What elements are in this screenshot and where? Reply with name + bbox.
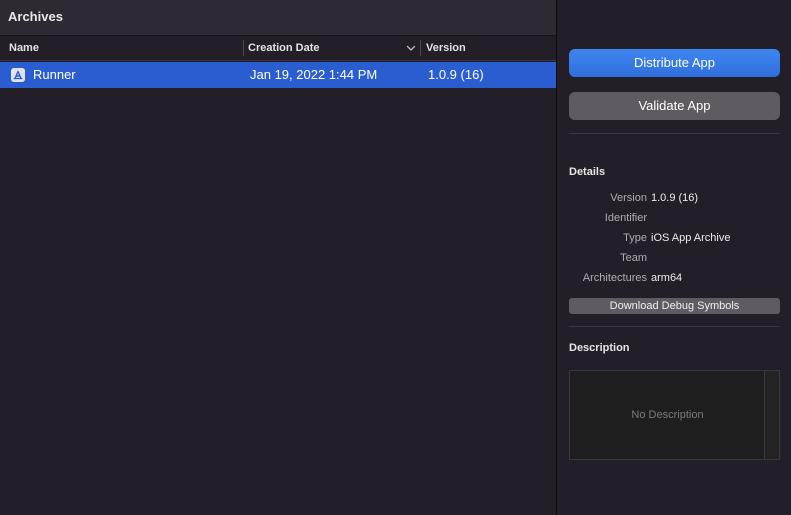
detail-row-team: Team [557, 250, 791, 266]
description-scrollbar[interactable] [764, 371, 779, 459]
archives-pane: Archives Name Creation Date Version Runn… [0, 0, 556, 515]
detail-value: arm64 [651, 272, 683, 284]
chevron-down-icon[interactable] [405, 42, 417, 54]
column-separator[interactable] [243, 40, 244, 56]
detail-row-type: Type iOS App Archive [557, 230, 791, 246]
inspector-pane: Distribute App Validate App Details Vers… [557, 0, 791, 515]
column-header-name[interactable]: Name [9, 36, 39, 61]
table-row[interactable]: Runner Jan 19, 2022 1:44 PM 1.0.9 (16) [0, 62, 556, 88]
divider [569, 133, 780, 134]
archives-title: Archives [8, 9, 63, 24]
detail-row-version: Version 1.0.9 (16) [557, 190, 791, 206]
detail-value: iOS App Archive [651, 232, 731, 244]
description-placeholder: No Description [631, 409, 704, 421]
detail-row-architectures: Architectures arm64 [557, 270, 791, 286]
details-title: Details [569, 166, 606, 178]
detail-label: Identifier [604, 212, 647, 224]
distribute-app-button[interactable]: Distribute App [569, 49, 780, 77]
description-title: Description [569, 342, 630, 354]
validate-app-button[interactable]: Validate App [569, 92, 780, 120]
download-debug-symbols-button[interactable]: Download Debug Symbols [569, 298, 780, 314]
archive-name: Runner [33, 67, 76, 82]
column-header-creation-date[interactable]: Creation Date [248, 36, 320, 61]
archive-creation-date: Jan 19, 2022 1:44 PM [250, 67, 378, 82]
archives-header: Archives [0, 0, 556, 36]
divider [569, 326, 780, 327]
detail-value: 1.0.9 (16) [651, 192, 699, 204]
description-field[interactable]: No Description [569, 370, 780, 460]
column-header-version[interactable]: Version [426, 36, 466, 61]
detail-label: Type [623, 232, 647, 244]
organizer-window: Archives Name Creation Date Version Runn… [0, 0, 791, 515]
column-separator[interactable] [420, 40, 421, 56]
app-store-icon [11, 68, 25, 82]
archives-column-header: Name Creation Date Version [0, 36, 556, 61]
archive-version: 1.0.9 (16) [428, 67, 484, 82]
detail-label: Team [620, 252, 647, 264]
detail-label: Version [610, 192, 647, 204]
detail-label: Architectures [582, 272, 647, 284]
detail-row-identifier: Identifier [557, 210, 791, 226]
